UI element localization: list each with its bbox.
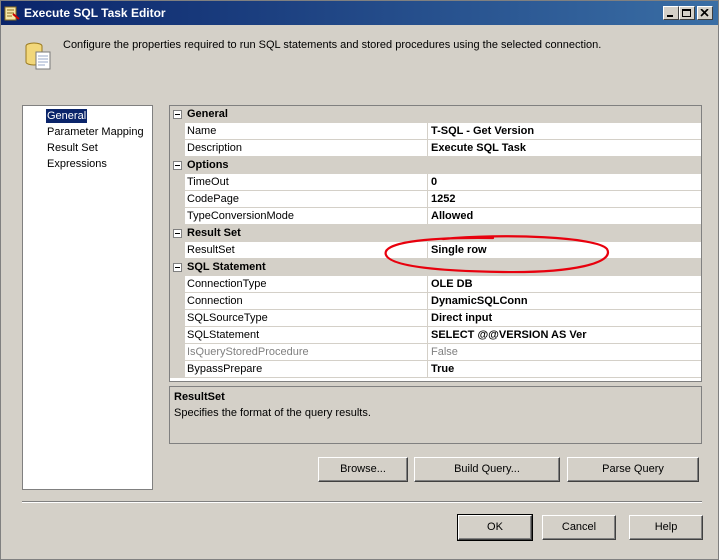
nav-item-expressions[interactable]: Expressions [46, 157, 108, 171]
property-name: CodePage [187, 193, 239, 205]
property-value[interactable]: Single row [431, 244, 487, 256]
property-name: BypassPrepare [187, 363, 263, 375]
property-grid: General Name T-SQL - Get Version Descrip… [169, 105, 702, 382]
category-label: General [187, 108, 228, 120]
description-text: Specifies the format of the query result… [174, 407, 371, 419]
property-value[interactable]: 0 [431, 176, 437, 188]
property-value[interactable]: Execute SQL Task [431, 142, 526, 154]
property-name: Name [187, 125, 217, 137]
property-value[interactable]: DynamicSQLConn [431, 295, 528, 307]
page-navigation: General Parameter Mapping Result Set Exp… [22, 105, 153, 490]
property-name: ResultSet [187, 244, 235, 256]
sql-task-icon [4, 5, 20, 21]
property-value[interactable]: Direct input [431, 312, 492, 324]
nav-item-result-set[interactable]: Result Set [46, 141, 99, 155]
close-button[interactable] [697, 6, 713, 20]
property-row-sqlsourcetype[interactable]: SQLSourceType Direct input [170, 310, 701, 327]
property-value: False [431, 346, 458, 358]
property-name: ConnectionType [187, 278, 267, 290]
collapse-icon[interactable] [173, 229, 182, 238]
dialog-window: Execute SQL Task Editor Configure the pr… [0, 0, 719, 560]
title-bar[interactable]: Execute SQL Task Editor [1, 1, 718, 25]
property-row-isquerystoredprocedure: IsQueryStoredProcedure False [170, 344, 701, 361]
property-value[interactable]: T-SQL - Get Version [431, 125, 534, 137]
property-row-resultset[interactable]: ResultSet Single row [170, 242, 701, 259]
footer-separator [22, 501, 702, 503]
property-row-codepage[interactable]: CodePage 1252 [170, 191, 701, 208]
property-name: IsQueryStoredProcedure [187, 346, 309, 358]
dialog-header: Configure the properties required to run… [1, 25, 718, 81]
category-sql-statement[interactable]: SQL Statement [170, 259, 701, 276]
property-row-bypassprepare[interactable]: BypassPrepare True [170, 361, 701, 378]
database-script-icon [23, 39, 55, 71]
property-name: TimeOut [187, 176, 229, 188]
category-label: SQL Statement [187, 261, 266, 273]
collapse-icon[interactable] [173, 161, 182, 170]
build-query-button[interactable]: Build Query... [414, 457, 560, 482]
property-name: SQLStatement [187, 329, 260, 341]
description-title: ResultSet [174, 391, 225, 403]
property-name: TypeConversionMode [187, 210, 295, 222]
help-button[interactable]: Help [629, 515, 703, 540]
property-row-name[interactable]: Name T-SQL - Get Version [170, 123, 701, 140]
nav-item-general[interactable]: General [46, 109, 88, 123]
property-value[interactable]: 1252 [431, 193, 455, 205]
property-row-connectiontype[interactable]: ConnectionType OLE DB [170, 276, 701, 293]
property-name: Connection [187, 295, 243, 307]
property-description-panel: ResultSet Specifies the format of the qu… [169, 386, 702, 444]
property-name: SQLSourceType [187, 312, 268, 324]
category-label: Options [187, 159, 229, 171]
property-name: Description [187, 142, 243, 154]
category-label: Result Set [187, 227, 241, 239]
property-value[interactable]: OLE DB [431, 278, 473, 290]
parse-query-button[interactable]: Parse Query [567, 457, 699, 482]
browse-button[interactable]: Browse... [318, 457, 408, 482]
property-value[interactable]: True [431, 363, 454, 375]
property-row-description[interactable]: Description Execute SQL Task [170, 140, 701, 157]
maximize-button[interactable] [679, 6, 695, 20]
collapse-icon[interactable] [173, 263, 182, 272]
category-options[interactable]: Options [170, 157, 701, 174]
property-row-timeout[interactable]: TimeOut 0 [170, 174, 701, 191]
property-row-sqlstatement[interactable]: SQLStatement SELECT @@VERSION AS Ver [170, 327, 701, 344]
category-result-set[interactable]: Result Set [170, 225, 701, 242]
cancel-button[interactable]: Cancel [542, 515, 616, 540]
category-general[interactable]: General [170, 106, 701, 123]
collapse-icon[interactable] [173, 110, 182, 119]
ok-button[interactable]: OK [457, 514, 533, 541]
minimize-button[interactable] [663, 6, 679, 20]
property-row-connection[interactable]: Connection DynamicSQLConn [170, 293, 701, 310]
property-row-typeconversionmode[interactable]: TypeConversionMode Allowed [170, 208, 701, 225]
nav-item-parameter-mapping[interactable]: Parameter Mapping [46, 125, 145, 139]
property-value[interactable]: SELECT @@VERSION AS Ver [431, 329, 587, 341]
header-description: Configure the properties required to run… [63, 39, 602, 51]
window-title: Execute SQL Task Editor [24, 6, 166, 20]
property-value[interactable]: Allowed [431, 210, 473, 222]
